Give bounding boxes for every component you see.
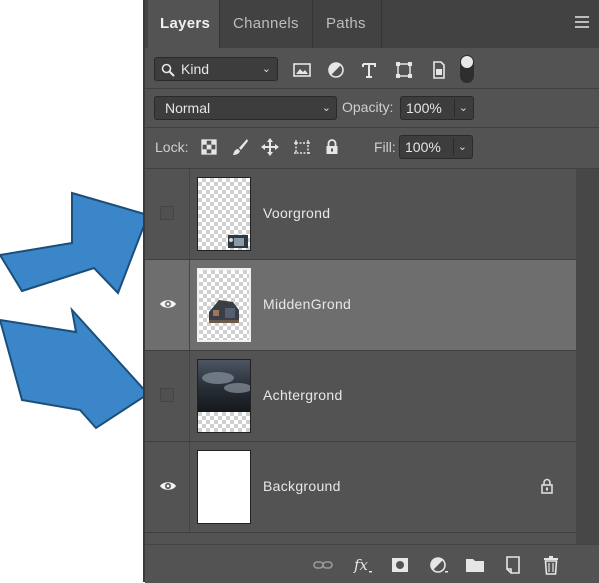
layer-thumbnail (197, 450, 251, 524)
shape-filter-icon[interactable] (393, 59, 415, 81)
chevron-down-icon: ⌄ (261, 63, 271, 75)
visibility-column (145, 351, 190, 441)
filter-toggle-switch[interactable] (460, 55, 474, 83)
lock-artboard-icon[interactable] (292, 137, 312, 157)
layer-thumbnail (197, 268, 251, 342)
opacity-value: 100% (406, 100, 442, 116)
tab-channels[interactable]: Channels (221, 0, 313, 48)
new-group-icon[interactable] (464, 554, 486, 576)
layer-name: Achtergrond (263, 387, 343, 403)
opacity-label: Opacity: (342, 99, 394, 115)
layer-row-middengrond[interactable]: MiddenGrond (145, 260, 576, 351)
layer-name: Background (263, 478, 341, 494)
divider (145, 127, 599, 128)
layers-panel: Layers Channels Paths Kind ⌄ Normal ⌄ Op… (143, 0, 599, 583)
lock-image-pixels-icon[interactable] (230, 137, 250, 157)
tab-layers[interactable]: Layers (148, 0, 220, 48)
layer-thumbnail (197, 359, 251, 433)
adjustment-filter-icon[interactable] (325, 59, 347, 81)
fill-field[interactable]: 100% ⌄ (399, 135, 473, 159)
type-filter-icon[interactable] (358, 59, 380, 81)
lock-position-icon[interactable] (260, 137, 280, 157)
layer-name: Voorgrond (263, 205, 331, 221)
blend-mode-value: Normal (165, 100, 211, 116)
tab-paths[interactable]: Paths (314, 0, 382, 48)
svg-text:fx: fx (353, 556, 369, 574)
delete-icon[interactable] (540, 554, 562, 576)
clouds-thumbnail (198, 360, 250, 412)
lock-transparent-pixels-icon[interactable] (199, 137, 219, 157)
lock-label: Lock: (155, 139, 189, 155)
filter-kind-select[interactable]: Kind ⌄ (154, 57, 278, 81)
visibility-toggle-empty[interactable] (160, 388, 174, 402)
layers-list: Voorgrond MiddenGrond Achtergrond Backgr… (145, 169, 576, 544)
blend-mode-select[interactable]: Normal ⌄ (154, 96, 337, 120)
chevron-down-icon: ⌄ (321, 102, 331, 114)
opacity-field[interactable]: 100% ⌄ (400, 96, 474, 120)
visibility-column (145, 169, 190, 259)
fill-label: Fill: (374, 139, 396, 155)
visibility-toggle-empty[interactable] (160, 206, 174, 220)
layer-row-background[interactable]: Background (145, 442, 576, 533)
visibility-column (145, 442, 190, 532)
adjustment-layer-icon[interactable] (428, 554, 450, 576)
house-thumbnail (209, 300, 239, 323)
chevron-down-icon: ⌄ (457, 141, 467, 153)
visibility-column (145, 260, 190, 350)
panel-tab-bar: Layers Channels Paths (145, 0, 599, 48)
fx-icon[interactable]: fx (352, 554, 374, 576)
layer-name: MiddenGrond (263, 296, 352, 312)
layer-row-voorgrond[interactable]: Voorgrond (145, 169, 576, 260)
small-image-thumbnail (228, 235, 248, 248)
scrollbar-track[interactable] (576, 169, 599, 544)
divider (145, 88, 599, 89)
new-layer-icon[interactable] (502, 554, 524, 576)
chevron-down-icon: ⌄ (458, 102, 468, 114)
layer-mask-icon[interactable] (389, 554, 411, 576)
layers-bottom-toolbar: fx (145, 544, 599, 583)
link-layers-icon[interactable] (312, 554, 334, 576)
smart-object-filter-icon[interactable] (427, 59, 449, 81)
search-icon (161, 63, 175, 77)
layer-row-achtergrond[interactable]: Achtergrond (145, 351, 576, 442)
image-filter-icon[interactable] (291, 59, 313, 81)
lock-icon (541, 478, 553, 494)
eye-icon[interactable] (159, 297, 177, 311)
blue-arrow-voorgrond (0, 191, 150, 295)
eye-icon[interactable] (159, 479, 177, 493)
hamburger-menu-icon[interactable] (575, 16, 589, 28)
fill-value: 100% (405, 139, 441, 155)
filter-kind-label: Kind (181, 61, 210, 77)
blue-arrow-achtergrond (0, 306, 150, 430)
lock-all-icon[interactable] (322, 137, 342, 157)
layer-thumbnail (197, 177, 251, 251)
